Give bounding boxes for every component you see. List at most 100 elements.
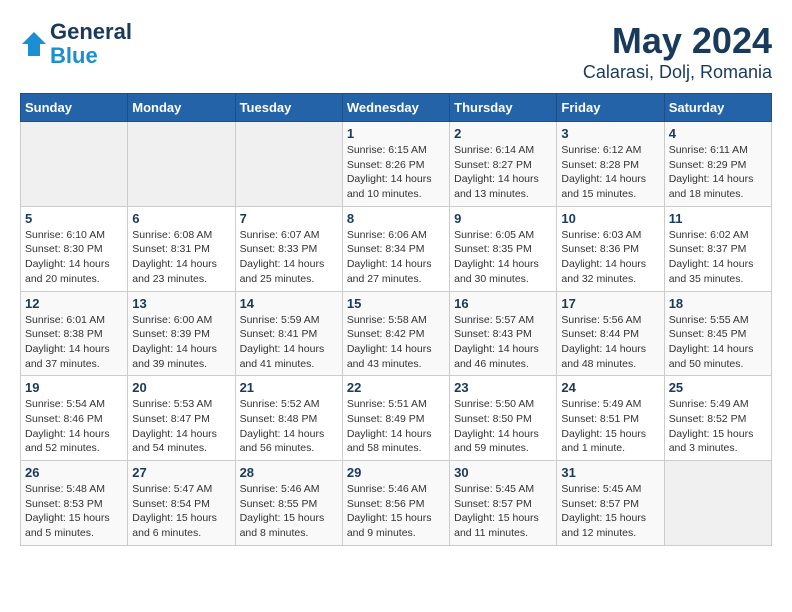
day-number: 4 xyxy=(669,126,767,141)
day-number: 29 xyxy=(347,465,445,480)
day-cell: 1 Sunrise: 6:15 AM Sunset: 8:26 PM Daylig… xyxy=(342,122,449,207)
day-header-saturday: Saturday xyxy=(664,94,771,122)
day-info: Sunrise: 5:54 AM Sunset: 8:46 PM Dayligh… xyxy=(25,397,123,456)
day-info: Sunrise: 6:14 AM Sunset: 8:27 PM Dayligh… xyxy=(454,143,552,202)
day-number: 22 xyxy=(347,380,445,395)
day-cell: 10Sunrise: 6:03 AM Sunset: 8:36 PM Dayli… xyxy=(557,206,664,291)
day-info: Sunrise: 6:08 AM Sunset: 8:31 PM Dayligh… xyxy=(132,228,230,287)
header-row: SundayMondayTuesdayWednesdayThursdayFrid… xyxy=(21,94,772,122)
day-number: 1 xyxy=(347,126,445,141)
day-number: 18 xyxy=(669,296,767,311)
day-cell: 8Sunrise: 6:06 AM Sunset: 8:34 PM Daylig… xyxy=(342,206,449,291)
calendar-subtitle: Calarasi, Dolj, Romania xyxy=(583,62,772,83)
day-number: 21 xyxy=(240,380,338,395)
day-info: Sunrise: 5:55 AM Sunset: 8:45 PM Dayligh… xyxy=(669,313,767,372)
day-number: 30 xyxy=(454,465,552,480)
day-cell: 31 Sunrise: 5:45 AM Sunset: 8:57 PM Dayli… xyxy=(557,461,664,546)
day-cell: 18 Sunrise: 5:55 AM Sunset: 8:45 PM Dayli… xyxy=(664,291,771,376)
day-number: 7 xyxy=(240,211,338,226)
logo-text: GeneralBlue xyxy=(50,20,132,68)
day-number: 11 xyxy=(669,211,767,226)
day-number: 2 xyxy=(454,126,552,141)
day-cell: 13 Sunrise: 6:00 AM Sunset: 8:39 PM Dayli… xyxy=(128,291,235,376)
day-number: 25 xyxy=(669,380,767,395)
day-number: 12 xyxy=(25,296,123,311)
day-cell: 16 Sunrise: 5:57 AM Sunset: 8:43 PM Dayli… xyxy=(450,291,557,376)
day-number: 31 xyxy=(561,465,659,480)
day-number: 19 xyxy=(25,380,123,395)
logo-icon xyxy=(20,30,48,58)
day-info: Sunrise: 6:11 AM Sunset: 8:29 PM Dayligh… xyxy=(669,143,767,202)
day-info: Sunrise: 6:15 AM Sunset: 8:26 PM Dayligh… xyxy=(347,143,445,202)
day-info: Sunrise: 6:00 AM Sunset: 8:39 PM Dayligh… xyxy=(132,313,230,372)
day-info: Sunrise: 6:12 AM Sunset: 8:28 PM Dayligh… xyxy=(561,143,659,202)
day-info: Sunrise: 5:47 AM Sunset: 8:54 PM Dayligh… xyxy=(132,482,230,541)
day-info: Sunrise: 5:53 AM Sunset: 8:47 PM Dayligh… xyxy=(132,397,230,456)
day-number: 16 xyxy=(454,296,552,311)
day-info: Sunrise: 5:58 AM Sunset: 8:42 PM Dayligh… xyxy=(347,313,445,372)
week-row-4: 19 Sunrise: 5:54 AM Sunset: 8:46 PM Dayli… xyxy=(21,376,772,461)
day-cell: 3 Sunrise: 6:12 AM Sunset: 8:28 PM Daylig… xyxy=(557,122,664,207)
day-number: 26 xyxy=(25,465,123,480)
day-info: Sunrise: 5:59 AM Sunset: 8:41 PM Dayligh… xyxy=(240,313,338,372)
logo: GeneralBlue xyxy=(20,20,132,68)
calendar-title: May 2024 xyxy=(583,20,772,62)
day-cell: 21 Sunrise: 5:52 AM Sunset: 8:48 PM Dayli… xyxy=(235,376,342,461)
day-cell: 5 Sunrise: 6:10 AM Sunset: 8:30 PM Daylig… xyxy=(21,206,128,291)
day-cell: 29 Sunrise: 5:46 AM Sunset: 8:56 PM Dayli… xyxy=(342,461,449,546)
day-header-sunday: Sunday xyxy=(21,94,128,122)
day-number: 13 xyxy=(132,296,230,311)
day-number: 24 xyxy=(561,380,659,395)
day-cell xyxy=(235,122,342,207)
calendar-table: SundayMondayTuesdayWednesdayThursdayFrid… xyxy=(20,93,772,546)
week-row-5: 26 Sunrise: 5:48 AM Sunset: 8:53 PM Dayli… xyxy=(21,461,772,546)
day-cell: 20Sunrise: 5:53 AM Sunset: 8:47 PM Dayli… xyxy=(128,376,235,461)
day-header-wednesday: Wednesday xyxy=(342,94,449,122)
day-cell: 14 Sunrise: 5:59 AM Sunset: 8:41 PM Dayli… xyxy=(235,291,342,376)
day-header-friday: Friday xyxy=(557,94,664,122)
week-row-1: 1 Sunrise: 6:15 AM Sunset: 8:26 PM Daylig… xyxy=(21,122,772,207)
day-cell: 12 Sunrise: 6:01 AM Sunset: 8:38 PM Dayli… xyxy=(21,291,128,376)
day-info: Sunrise: 5:46 AM Sunset: 8:56 PM Dayligh… xyxy=(347,482,445,541)
day-header-monday: Monday xyxy=(128,94,235,122)
day-cell xyxy=(664,461,771,546)
day-info: Sunrise: 5:56 AM Sunset: 8:44 PM Dayligh… xyxy=(561,313,659,372)
day-info: Sunrise: 6:02 AM Sunset: 8:37 PM Dayligh… xyxy=(669,228,767,287)
day-info: Sunrise: 5:57 AM Sunset: 8:43 PM Dayligh… xyxy=(454,313,552,372)
day-info: Sunrise: 5:46 AM Sunset: 8:55 PM Dayligh… xyxy=(240,482,338,541)
day-cell: 28Sunrise: 5:46 AM Sunset: 8:55 PM Dayli… xyxy=(235,461,342,546)
day-info: Sunrise: 5:52 AM Sunset: 8:48 PM Dayligh… xyxy=(240,397,338,456)
day-info: Sunrise: 5:51 AM Sunset: 8:49 PM Dayligh… xyxy=(347,397,445,456)
day-number: 3 xyxy=(561,126,659,141)
day-info: Sunrise: 6:07 AM Sunset: 8:33 PM Dayligh… xyxy=(240,228,338,287)
day-info: Sunrise: 5:49 AM Sunset: 8:52 PM Dayligh… xyxy=(669,397,767,456)
week-row-2: 5 Sunrise: 6:10 AM Sunset: 8:30 PM Daylig… xyxy=(21,206,772,291)
day-header-thursday: Thursday xyxy=(450,94,557,122)
page-header: GeneralBlue May 2024 Calarasi, Dolj, Rom… xyxy=(20,20,772,83)
day-cell: 15Sunrise: 5:58 AM Sunset: 8:42 PM Dayli… xyxy=(342,291,449,376)
day-number: 14 xyxy=(240,296,338,311)
day-header-tuesday: Tuesday xyxy=(235,94,342,122)
day-cell xyxy=(128,122,235,207)
day-cell: 9Sunrise: 6:05 AM Sunset: 8:35 PM Daylig… xyxy=(450,206,557,291)
day-cell: 23Sunrise: 5:50 AM Sunset: 8:50 PM Dayli… xyxy=(450,376,557,461)
day-number: 8 xyxy=(347,211,445,226)
day-info: Sunrise: 5:48 AM Sunset: 8:53 PM Dayligh… xyxy=(25,482,123,541)
day-number: 23 xyxy=(454,380,552,395)
day-cell: 26 Sunrise: 5:48 AM Sunset: 8:53 PM Dayli… xyxy=(21,461,128,546)
day-number: 10 xyxy=(561,211,659,226)
day-info: Sunrise: 5:45 AM Sunset: 8:57 PM Dayligh… xyxy=(454,482,552,541)
day-cell: 2 Sunrise: 6:14 AM Sunset: 8:27 PM Daylig… xyxy=(450,122,557,207)
day-cell: 11 Sunrise: 6:02 AM Sunset: 8:37 PM Dayli… xyxy=(664,206,771,291)
day-cell: 17Sunrise: 5:56 AM Sunset: 8:44 PM Dayli… xyxy=(557,291,664,376)
day-cell: 27Sunrise: 5:47 AM Sunset: 8:54 PM Dayli… xyxy=(128,461,235,546)
day-info: Sunrise: 6:10 AM Sunset: 8:30 PM Dayligh… xyxy=(25,228,123,287)
day-cell: 24Sunrise: 5:49 AM Sunset: 8:51 PM Dayli… xyxy=(557,376,664,461)
day-info: Sunrise: 6:01 AM Sunset: 8:38 PM Dayligh… xyxy=(25,313,123,372)
day-info: Sunrise: 5:45 AM Sunset: 8:57 PM Dayligh… xyxy=(561,482,659,541)
week-row-3: 12 Sunrise: 6:01 AM Sunset: 8:38 PM Dayli… xyxy=(21,291,772,376)
day-number: 6 xyxy=(132,211,230,226)
day-number: 5 xyxy=(25,211,123,226)
day-cell xyxy=(21,122,128,207)
title-block: May 2024 Calarasi, Dolj, Romania xyxy=(583,20,772,83)
